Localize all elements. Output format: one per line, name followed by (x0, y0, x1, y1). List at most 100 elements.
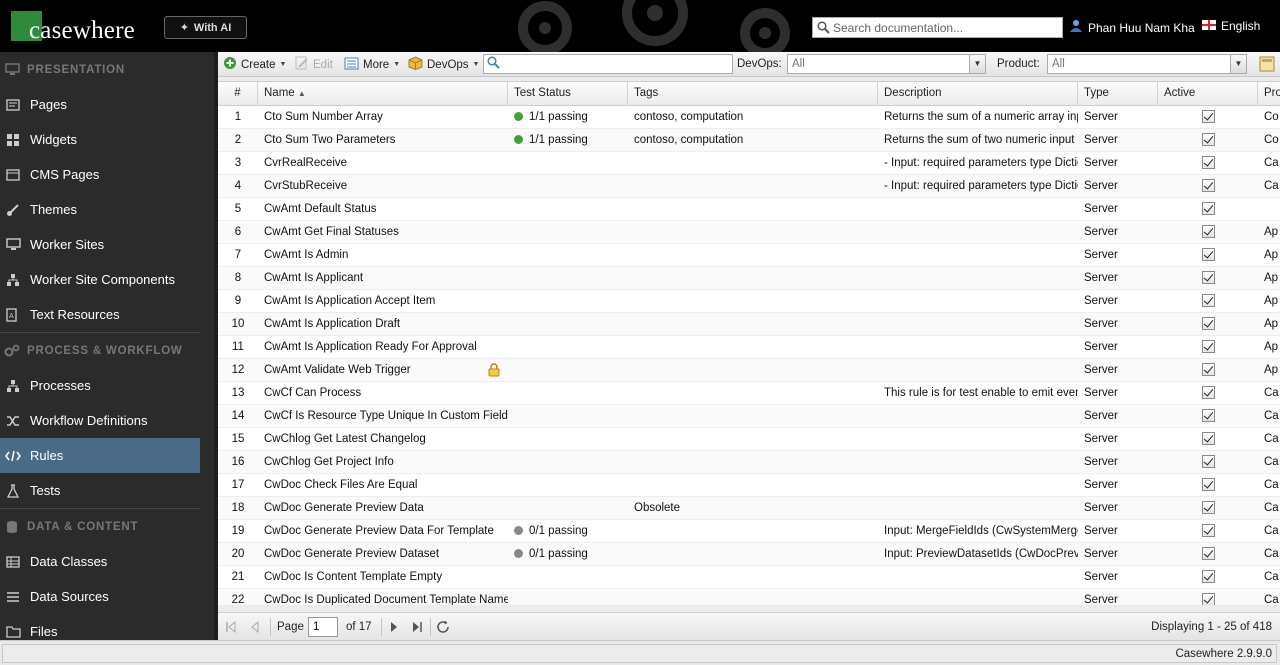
sidebar-item-widgets[interactable]: Widgets (0, 122, 200, 157)
cell-name[interactable]: CwChlog Get Project Info (258, 451, 508, 473)
table-row[interactable]: 19 CwDoc Generate Preview Data For Templa… (218, 520, 1280, 543)
active-checkbox[interactable] (1201, 202, 1215, 216)
previous-page-icon[interactable] (248, 620, 262, 634)
active-checkbox[interactable] (1201, 133, 1215, 147)
active-checkbox[interactable] (1201, 455, 1215, 469)
cell-name[interactable]: CwAmt Is Application Draft (258, 313, 508, 335)
cell-name[interactable]: CwAmt Is Application Ready For Approval (258, 336, 508, 358)
sidebar-item-tests[interactable]: Tests (0, 473, 200, 508)
devops-filter-select[interactable]: All ▼ (787, 54, 986, 74)
table-row[interactable]: 8 CwAmt Is Applicant Server Ap (218, 267, 1280, 290)
next-page-icon[interactable] (387, 620, 401, 634)
cell-name[interactable]: Cto Sum Number Array (258, 106, 508, 128)
cell-name[interactable]: CwAmt Is Admin (258, 244, 508, 266)
active-checkbox[interactable] (1201, 156, 1215, 170)
with-ai-button[interactable]: ✦ With AI (164, 16, 247, 39)
create-button[interactable]: Create ▼ (223, 55, 286, 74)
sidebar-item-pages[interactable]: Pages (0, 87, 200, 122)
cell-name[interactable]: CwDoc Is Content Template Empty (258, 566, 508, 588)
cell-name[interactable]: CwDoc Generate Preview Data (258, 497, 508, 519)
first-page-icon[interactable] (224, 620, 238, 634)
cell-name[interactable]: Cto Sum Two Parameters (258, 129, 508, 151)
devops-button[interactable]: DevOps ▼ (408, 55, 479, 74)
cell-name[interactable]: CwDoc Is Duplicated Document Template Na… (258, 589, 508, 605)
cell-name[interactable]: CwAmt Validate Web Trigger (258, 359, 508, 381)
table-row[interactable]: 14 CwCf Is Resource Type Unique In Custom… (218, 405, 1280, 428)
table-row[interactable]: 2 Cto Sum Two Parameters 1/1 passing contos… (218, 129, 1280, 152)
active-checkbox[interactable] (1201, 432, 1215, 446)
column-header-name[interactable]: Name ▲ (258, 82, 508, 106)
cell-name[interactable]: CwAmt Get Final Statuses (258, 221, 508, 243)
table-row[interactable]: 6 CwAmt Get Final Statuses Server Ap (218, 221, 1280, 244)
edit-button[interactable]: Edit (295, 55, 333, 74)
column-header-number[interactable]: # (218, 82, 258, 106)
active-checkbox[interactable] (1201, 317, 1215, 331)
column-header-test-status[interactable]: Test Status (508, 82, 628, 106)
table-row[interactable]: 22 CwDoc Is Duplicated Document Template … (218, 589, 1280, 605)
export-icon[interactable] (1258, 55, 1276, 73)
cell-name[interactable]: CwDoc Generate Preview Data For Template (258, 520, 508, 542)
language-selector[interactable]: English (1202, 19, 1260, 33)
sidebar-item-data-sources[interactable]: Data Sources (0, 579, 200, 614)
sidebar-item-worker-sites[interactable]: Worker Sites (0, 227, 200, 262)
table-row[interactable]: 7 CwAmt Is Admin Server Ap (218, 244, 1280, 267)
active-checkbox[interactable] (1201, 179, 1215, 193)
table-row[interactable]: 1 Cto Sum Number Array 1/1 passing contoso,… (218, 106, 1280, 129)
last-page-icon[interactable] (410, 620, 424, 634)
column-header-description[interactable]: Description (878, 82, 1078, 106)
active-checkbox[interactable] (1201, 386, 1215, 400)
table-row[interactable]: 20 CwDoc Generate Preview Dataset 0/1 pass… (218, 543, 1280, 566)
active-checkbox[interactable] (1201, 478, 1215, 492)
sidebar-item-workflow-definitions[interactable]: Workflow Definitions (0, 403, 200, 438)
cell-name[interactable]: CwDoc Check Files Are Equal (258, 474, 508, 496)
cell-name[interactable]: CvrStubReceive (258, 175, 508, 197)
table-row[interactable]: 9 CwAmt Is Application Accept Item Server A… (218, 290, 1280, 313)
active-checkbox[interactable] (1201, 110, 1215, 124)
table-row[interactable]: 11 CwAmt Is Application Ready For Approva… (218, 336, 1280, 359)
table-row[interactable]: 4 CvrStubReceive - Input: required paramet… (218, 175, 1280, 198)
active-checkbox[interactable] (1201, 225, 1215, 239)
sidebar-item-text-resources[interactable]: A Text Resources (0, 297, 200, 332)
user-menu[interactable]: Phan Huu Nam Kha (1069, 19, 1195, 36)
active-checkbox[interactable] (1201, 501, 1215, 515)
page-number-input[interactable] (308, 617, 338, 637)
cell-name[interactable]: CwAmt Is Applicant (258, 267, 508, 289)
table-row[interactable]: 16 CwChlog Get Project Info Server Ca (218, 451, 1280, 474)
sidebar-item-processes[interactable]: Processes (0, 368, 200, 403)
cell-name[interactable]: CvrRealReceive (258, 152, 508, 174)
table-row[interactable]: 13 CwCf Can Process This rule is for test … (218, 382, 1280, 405)
table-row[interactable]: 18 CwDoc Generate Preview Data Obsolete Ser… (218, 497, 1280, 520)
product-filter-select[interactable]: All ▼ (1047, 54, 1247, 74)
documentation-search-input[interactable] (833, 20, 1058, 35)
cell-name[interactable]: CwAmt Is Application Accept Item (258, 290, 508, 312)
table-row[interactable]: 21 CwDoc Is Content Template Empty Server C… (218, 566, 1280, 589)
column-header-tags[interactable]: Tags (628, 82, 878, 106)
active-checkbox[interactable] (1201, 340, 1215, 354)
table-row[interactable]: 10 CwAmt Is Application Draft Server Ap (218, 313, 1280, 336)
refresh-icon[interactable] (436, 620, 450, 634)
active-checkbox[interactable] (1201, 271, 1215, 285)
active-checkbox[interactable] (1201, 294, 1215, 308)
active-checkbox[interactable] (1201, 248, 1215, 262)
table-row[interactable]: 12 CwAmt Validate Web Trigger Server Ap (218, 359, 1280, 382)
table-row[interactable]: 3 CvrRealReceive - Input: required paramet… (218, 152, 1280, 175)
sidebar-item-rules[interactable]: Rules (0, 438, 200, 473)
column-header-active[interactable]: Active (1158, 82, 1258, 106)
active-checkbox[interactable] (1201, 593, 1215, 605)
cell-name[interactable]: CwDoc Generate Preview Dataset (258, 543, 508, 565)
table-row[interactable]: 15 CwChlog Get Latest Changelog Server Ca (218, 428, 1280, 451)
table-row[interactable]: 5 CwAmt Default Status Server (218, 198, 1280, 221)
sidebar-item-data-classes[interactable]: Data Classes (0, 544, 200, 579)
column-header-product[interactable]: Pro (1258, 82, 1280, 106)
cell-name[interactable]: CwCf Is Resource Type Unique In Custom F… (258, 405, 508, 427)
cell-name[interactable]: CwAmt Default Status (258, 198, 508, 220)
active-checkbox[interactable] (1201, 570, 1215, 584)
sidebar-item-worker-site-components[interactable]: Worker Site Components (0, 262, 200, 297)
sidebar-item-themes[interactable]: Themes (0, 192, 200, 227)
active-checkbox[interactable] (1201, 524, 1215, 538)
column-header-type[interactable]: Type (1078, 82, 1158, 106)
sidebar-item-files[interactable]: Files (0, 614, 200, 640)
documentation-search[interactable] (812, 17, 1063, 38)
casewhere-logo[interactable]: casewhere (11, 11, 135, 44)
table-row[interactable]: 17 CwDoc Check Files Are Equal Server Ca (218, 474, 1280, 497)
